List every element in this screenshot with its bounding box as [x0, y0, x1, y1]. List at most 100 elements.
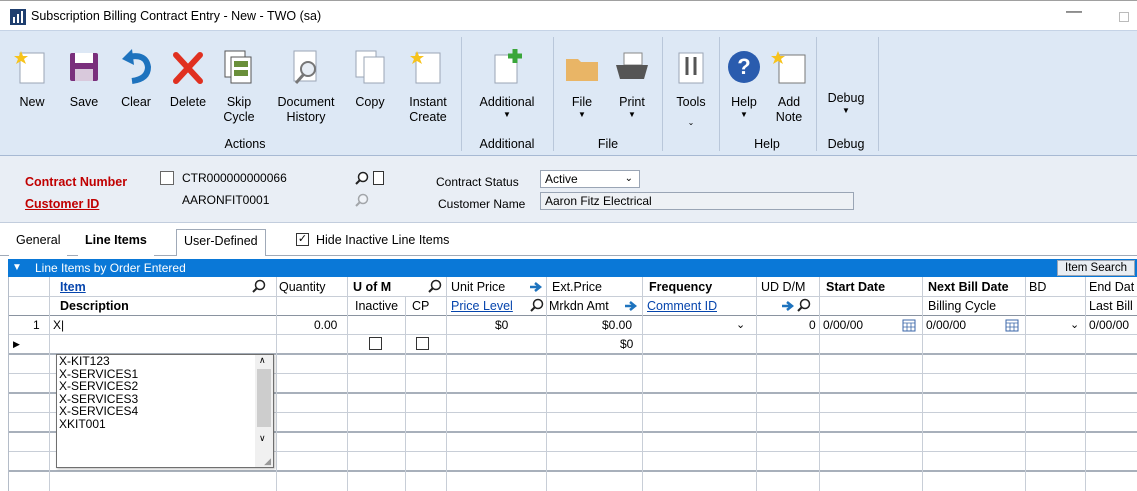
- mrkdn-amt-cell[interactable]: $0: [620, 335, 633, 353]
- item-input[interactable]: X|: [53, 316, 64, 334]
- customer-id-field[interactable]: AARONFIT0001: [178, 192, 354, 210]
- folder-icon: [566, 59, 598, 81]
- delete-button[interactable]: Delete: [162, 31, 214, 110]
- copy-button[interactable]: Copy: [344, 31, 396, 110]
- lookup-icon[interactable]: [355, 171, 369, 185]
- lookup-icon[interactable]: [252, 279, 266, 293]
- unit-price-cell[interactable]: $0: [495, 316, 508, 334]
- tools-button[interactable]: Tools ⌄: [667, 31, 715, 128]
- ud-cell[interactable]: 0: [809, 316, 816, 334]
- next-bill-date-cell[interactable]: 0/00/00: [926, 316, 966, 334]
- tab-general[interactable]: General: [9, 229, 68, 256]
- hide-inactive-checkbox[interactable]: ✓: [296, 233, 309, 246]
- grid-line: [276, 277, 277, 491]
- start-date-cell[interactable]: 0/00/00: [823, 316, 863, 334]
- tools-icon: [678, 52, 704, 84]
- note-icon: [771, 51, 806, 84]
- tab-line-items[interactable]: Line Items: [78, 229, 154, 256]
- list-item[interactable]: X-SERVICES4: [57, 405, 273, 418]
- calendar-icon[interactable]: [902, 318, 916, 332]
- new-document-icon: [14, 51, 45, 84]
- scrollbar[interactable]: ∧ ∨: [255, 355, 273, 467]
- column-header-bd: BD: [1029, 280, 1047, 294]
- current-row-icon: ▶: [13, 339, 20, 349]
- clear-button[interactable]: Clear: [112, 31, 160, 110]
- note-icon[interactable]: [373, 171, 384, 185]
- tab-strip: General Line Items User-Defined ✓ Hide I…: [0, 223, 1137, 256]
- chevron-down-icon: ▼: [503, 110, 511, 119]
- customer-id-link[interactable]: Customer ID: [25, 197, 99, 211]
- lookup-icon[interactable]: [530, 298, 544, 312]
- add-note-button[interactable]: Add Note: [764, 31, 814, 125]
- lookup-list-icon[interactable]: [160, 171, 174, 185]
- inactive-checkbox[interactable]: [369, 337, 382, 350]
- document-history-button[interactable]: Document History: [268, 31, 344, 125]
- new-button[interactable]: New: [8, 31, 56, 110]
- tab-user-defined[interactable]: User-Defined: [176, 229, 266, 256]
- contract-status-value: Active: [545, 172, 578, 186]
- column-header-cp: CP: [412, 299, 430, 313]
- group-label-file: File: [597, 137, 619, 151]
- item-search-button[interactable]: Item Search: [1057, 260, 1135, 276]
- cp-checkbox[interactable]: [416, 337, 429, 350]
- grid-line: [1025, 277, 1026, 491]
- document-search-icon: [293, 50, 317, 84]
- grid-line: [756, 277, 757, 491]
- header-panel: Contract Number Customer ID CTR000000000…: [0, 156, 1137, 223]
- maximize-button[interactable]: [1119, 12, 1129, 22]
- skip-cycle-button[interactable]: Skip Cycle: [214, 31, 264, 125]
- chevron-down-icon[interactable]: ⌄: [736, 316, 745, 334]
- column-header-comment-id[interactable]: Comment ID: [647, 297, 717, 315]
- arrow-right-icon[interactable]: [781, 299, 795, 313]
- arrow-right-icon[interactable]: [529, 280, 543, 294]
- resize-grip-icon[interactable]: ◢: [264, 456, 271, 467]
- group-separator: [461, 37, 462, 151]
- column-header-quantity: Quantity: [279, 280, 326, 294]
- scroll-down-icon[interactable]: ∨: [259, 433, 266, 444]
- list-item[interactable]: XKIT001: [57, 417, 273, 431]
- column-header-next-bill-date: Next Bill Date: [928, 280, 1009, 294]
- group-separator: [816, 37, 817, 151]
- lookup-icon: [355, 193, 369, 207]
- calendar-icon[interactable]: [1005, 318, 1019, 332]
- group-label-additional: Additional: [479, 137, 535, 151]
- item-autocomplete-list[interactable]: X-KIT123 X-SERVICES1 X-SERVICES2 X-SERVI…: [56, 354, 274, 468]
- expand-icon: ⌄: [687, 118, 695, 127]
- customer-name-label: Customer Name: [438, 197, 526, 211]
- list-item[interactable]: X-KIT123: [57, 355, 273, 368]
- print-button[interactable]: Print ▼: [608, 31, 656, 120]
- undo-icon: [122, 49, 152, 84]
- instant-create-button[interactable]: Instant Create: [398, 31, 458, 125]
- group-separator: [878, 37, 879, 151]
- contract-number-field[interactable]: CTR000000000066: [178, 170, 354, 188]
- debug-button[interactable]: Debug ▼: [820, 31, 872, 116]
- additional-button[interactable]: Additional ▼: [468, 31, 546, 120]
- arrow-right-icon[interactable]: [624, 299, 638, 313]
- list-item[interactable]: X-SERVICES2: [57, 380, 273, 393]
- minimize-button[interactable]: —: [1066, 3, 1082, 21]
- skip-cycle-icon: [224, 50, 252, 84]
- window-title: Subscription Billing Contract Entry - Ne…: [31, 9, 322, 23]
- grid-line: [546, 277, 547, 491]
- printer-icon: [616, 52, 648, 79]
- lookup-icon[interactable]: [797, 298, 811, 312]
- scrollbar-thumb[interactable]: [257, 369, 271, 427]
- contract-status-select[interactable]: Active ⌄: [540, 170, 640, 188]
- grid-line: [9, 334, 1137, 335]
- row-number: 1: [33, 318, 40, 332]
- chevron-down-icon[interactable]: ⌄: [1070, 316, 1079, 334]
- end-date-cell[interactable]: 0/00/00: [1089, 316, 1129, 334]
- quantity-cell[interactable]: 0.00: [314, 316, 337, 334]
- collapse-icon[interactable]: ▼: [12, 259, 22, 277]
- grid-line: [9, 315, 1137, 316]
- column-header-price-level[interactable]: Price Level: [451, 297, 513, 315]
- file-button[interactable]: File ▼: [560, 31, 604, 120]
- grid-caption-bar: ▼ Line Items by Order Entered Item Searc…: [8, 259, 1137, 277]
- help-button[interactable]: ? Help ▼: [722, 31, 766, 120]
- column-header-item[interactable]: Item: [60, 278, 86, 296]
- grid-line: [642, 277, 643, 491]
- lookup-icon[interactable]: [428, 279, 442, 293]
- save-button[interactable]: Save: [58, 31, 110, 110]
- ext-price-cell[interactable]: $0.00: [602, 316, 632, 334]
- scroll-up-icon[interactable]: ∧: [259, 355, 266, 366]
